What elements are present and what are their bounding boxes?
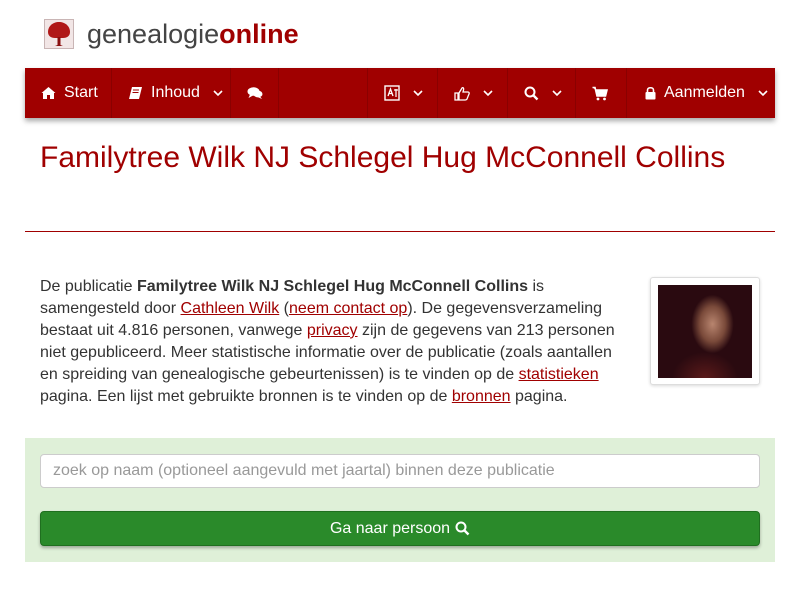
comments-icon xyxy=(247,85,263,101)
intro-text: pagina. Een lijst met gebruikte bronnen … xyxy=(40,388,452,405)
tree-logo-icon xyxy=(44,19,74,49)
home-icon xyxy=(40,85,56,101)
nav-share[interactable] xyxy=(438,68,508,118)
nav-inhoud-label: Inhoud xyxy=(151,84,200,101)
author-link[interactable]: Cathleen Wilk xyxy=(181,300,280,317)
translate-icon xyxy=(384,85,400,101)
book-icon xyxy=(127,85,143,101)
chevron-down-icon xyxy=(213,90,223,97)
author-photo xyxy=(658,285,752,378)
search-icon xyxy=(455,521,470,536)
nav-inhoud[interactable]: Inhoud xyxy=(112,68,231,118)
nav-login[interactable]: Aanmelden xyxy=(627,68,775,118)
statistics-link[interactable]: statistieken xyxy=(519,366,599,383)
title-divider xyxy=(25,231,775,232)
chevron-down-icon xyxy=(483,90,493,97)
intro-text: ( xyxy=(279,300,290,317)
main-navbar: Start Inhoud Aanmelden xyxy=(25,68,775,118)
nav-start-label: Start xyxy=(64,84,98,101)
nav-forum[interactable] xyxy=(231,68,279,118)
lock-icon xyxy=(644,85,656,101)
site-logo[interactable]: genealogieonline xyxy=(44,18,299,50)
intro-text: pagina. xyxy=(510,388,568,405)
brand-name-regular: genealogie xyxy=(87,18,220,49)
person-search-panel: Ga naar persoon xyxy=(25,438,775,562)
person-search-input[interactable] xyxy=(40,454,760,488)
intro-text: De publicatie xyxy=(40,278,137,295)
nav-spacer xyxy=(279,68,368,118)
contact-link[interactable]: neem contact op xyxy=(289,300,407,317)
go-to-person-label: Ga naar persoon xyxy=(329,519,451,537)
cart-icon xyxy=(592,85,608,101)
search-icon xyxy=(523,85,539,101)
publication-name: Familytree Wilk NJ Schlegel Hug McConnel… xyxy=(136,278,528,295)
nav-cart[interactable] xyxy=(576,68,627,118)
nav-login-label: Aanmelden xyxy=(664,84,745,101)
privacy-link[interactable]: privacy xyxy=(307,322,358,339)
go-to-person-button[interactable]: Ga naar persoon xyxy=(40,511,760,546)
brand-name: genealogieonline xyxy=(87,19,299,50)
chevron-down-icon xyxy=(552,90,562,97)
page-title: Familytree Wilk NJ Schlegel Hug McConnel… xyxy=(40,141,726,174)
nav-start[interactable]: Start xyxy=(25,68,112,118)
author-photo-frame[interactable] xyxy=(650,277,760,385)
publication-intro: De publicatie Familytree Wilk NJ Schlege… xyxy=(40,276,625,408)
brand-name-bold: online xyxy=(219,18,299,49)
sources-link[interactable]: bronnen xyxy=(452,388,511,405)
thumbs-up-icon xyxy=(454,85,470,101)
nav-search[interactable] xyxy=(508,68,576,118)
nav-language[interactable] xyxy=(368,68,438,118)
chevron-down-icon xyxy=(758,90,768,97)
chevron-down-icon xyxy=(413,90,423,97)
